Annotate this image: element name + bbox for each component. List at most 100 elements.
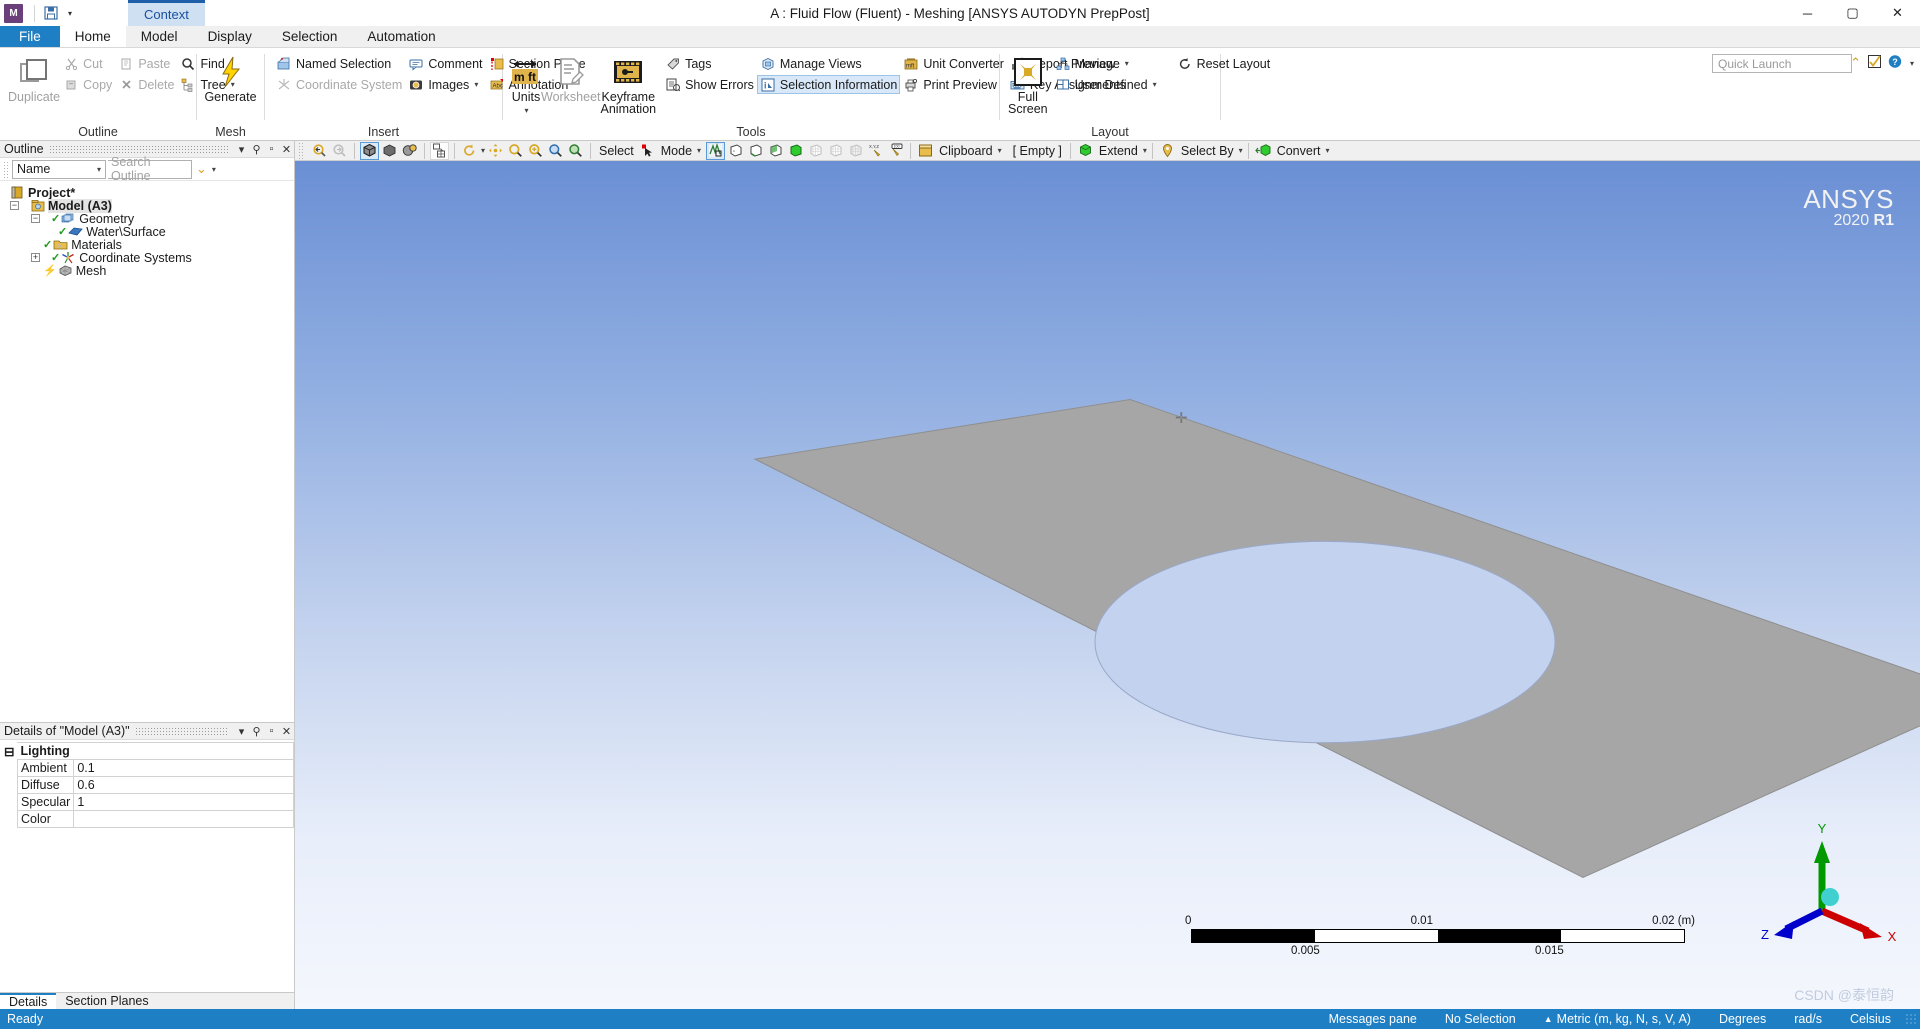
details-close-icon[interactable]: ✕	[279, 725, 294, 738]
generate-button[interactable]: Generate	[204, 52, 257, 104]
box-zoom-icon[interactable]	[526, 142, 545, 160]
details-value-specular[interactable]: 1	[73, 793, 294, 811]
tree-item-geometry[interactable]: − ✓ Geometry	[6, 212, 294, 226]
units-caret-icon[interactable]: ▾	[524, 104, 528, 117]
qat-dropdown-icon[interactable]: ▾	[62, 3, 78, 23]
xyz-probe-icon[interactable]: X,Y,Z	[866, 142, 885, 160]
search-outline-input[interactable]: Search Outline	[108, 155, 192, 183]
graphics-toolbar-grip[interactable]	[298, 142, 305, 159]
body-select-icon[interactable]	[786, 142, 805, 160]
outline-filter-combo[interactable]: Name ▾	[12, 159, 106, 179]
outline-dropdown-icon[interactable]: ▾	[234, 143, 249, 156]
coordinate-triad[interactable]: Y X Z	[1760, 819, 1900, 949]
details-restore-icon[interactable]: ▫	[264, 725, 279, 737]
details-group-expander[interactable]: ⊟	[1, 743, 17, 760]
wireframe-color-icon[interactable]	[400, 142, 419, 160]
element-face-select-icon[interactable]	[846, 142, 865, 160]
measure-probe-icon[interactable]: 100	[886, 142, 905, 160]
details-row-ambient[interactable]: Ambient 0.1	[1, 759, 294, 777]
close-icon[interactable]: ✕	[279, 143, 294, 156]
details-row-diffuse[interactable]: Diffuse 0.6	[1, 776, 294, 794]
tree-expander-geometry[interactable]: −	[31, 214, 40, 223]
help-caret-icon[interactable]: ▾	[1910, 59, 1914, 68]
search-options-icon[interactable]: ▾	[212, 165, 216, 174]
node-select-icon[interactable]	[806, 142, 825, 160]
tab-model[interactable]: Model	[126, 26, 193, 47]
coordinate-system-button[interactable]: Coordinate System	[273, 75, 405, 94]
isometric-view-icon[interactable]	[360, 141, 379, 160]
chevron-up-icon[interactable]: ⌃	[1850, 55, 1861, 71]
restore-icon[interactable]: ▫	[264, 143, 279, 155]
copy-button[interactable]: Copy	[60, 75, 115, 94]
magnify-icon[interactable]	[566, 142, 585, 160]
select-by-label[interactable]: Select By	[1178, 144, 1237, 158]
details-group-row[interactable]: ⊟ Lighting	[1, 742, 295, 760]
tags-button[interactable]: Tags	[662, 54, 757, 73]
tab-display[interactable]: Display	[193, 26, 267, 47]
tree-item-mesh[interactable]: ⚡ Mesh	[6, 264, 294, 278]
application-icon[interactable]: M	[4, 3, 23, 23]
status-unit-system[interactable]: ▲ Metric (m, kg, N, s, V, A)	[1530, 1012, 1705, 1026]
select-label[interactable]: Select	[596, 144, 637, 158]
viewport-3d[interactable]: ANSYS 2020 R1 ✛ 0 0.01 0.02 (m) 0.005 0.…	[295, 161, 1920, 1009]
tab-file[interactable]: File	[0, 26, 60, 47]
extend-icon[interactable]	[1076, 142, 1095, 160]
quick-launch-input[interactable]: Quick Launch	[1712, 54, 1852, 73]
duplicate-button[interactable]: Duplicate	[8, 52, 60, 104]
unit-converter-button[interactable]: mft Unit Converter	[900, 54, 1007, 73]
rotate-icon[interactable]	[460, 142, 479, 160]
tab-automation[interactable]: Automation	[352, 26, 450, 47]
maximize-button[interactable]: ▢	[1830, 0, 1875, 26]
tree-item-water-surface[interactable]: ✓ Water\Surface	[6, 225, 294, 239]
single-select-icon[interactable]	[706, 141, 726, 160]
reset-layout-button[interactable]: Reset Layout	[1174, 54, 1274, 73]
user-defined-caret-icon[interactable]: ▾	[1153, 80, 1157, 89]
face-select-icon[interactable]	[766, 142, 785, 160]
keyframe-animation-button[interactable]: Keyframe Animation	[601, 52, 656, 115]
units-button[interactable]: m ft Units ▾	[511, 52, 541, 117]
tree-item-materials[interactable]: ✓ Materials	[6, 238, 294, 252]
manage-button[interactable]: Manage ▾	[1052, 54, 1160, 73]
shaded-view-icon[interactable]	[380, 142, 399, 160]
details-row-specular[interactable]: Specular 1	[1, 793, 294, 811]
status-resize-grip[interactable]	[1905, 1013, 1917, 1025]
mode-label[interactable]: Mode	[658, 144, 695, 158]
clipboard-caret-icon[interactable]: ▾	[998, 146, 1002, 155]
pan-icon[interactable]	[486, 142, 505, 160]
tree-item-coordinate-systems[interactable]: + ✓ Coordinate Systems	[6, 251, 294, 265]
show-errors-button[interactable]: Show Errors	[662, 75, 757, 94]
zoom-icon[interactable]	[506, 142, 525, 160]
details-value-ambient[interactable]: 0.1	[73, 759, 294, 777]
status-messages-pane[interactable]: Messages pane	[1315, 1012, 1431, 1026]
details-value-color[interactable]	[73, 810, 294, 828]
vertex-select-icon[interactable]: ▫	[726, 142, 745, 160]
outline-toolbar-grip[interactable]	[3, 160, 10, 178]
context-tab[interactable]: Context	[128, 0, 205, 26]
mode-cursor-icon[interactable]	[638, 142, 657, 160]
extend-caret-icon[interactable]: ▾	[1143, 146, 1147, 155]
details-value-diffuse[interactable]: 0.6	[73, 776, 294, 794]
select-by-icon[interactable]	[1158, 142, 1177, 160]
tab-details[interactable]: Details	[0, 993, 57, 1009]
tree-expander-model[interactable]: −	[10, 201, 19, 210]
tab-section-planes[interactable]: Section Planes	[56, 993, 157, 1009]
extend-label[interactable]: Extend	[1096, 144, 1141, 158]
cut-button[interactable]: Cut	[60, 54, 115, 73]
rotate-caret-icon[interactable]: ▾	[481, 146, 485, 155]
minimize-button[interactable]: ─	[1785, 0, 1830, 26]
details-dropdown-icon[interactable]: ▾	[234, 725, 249, 738]
user-defined-button[interactable]: User Defined ▾	[1052, 75, 1160, 94]
manage-views-button[interactable]: Manage Views	[757, 54, 900, 73]
tree-item-model[interactable]: − Model (A3)	[6, 198, 294, 213]
named-selection-button[interactable]: Named Selection	[273, 54, 405, 73]
mode-caret-icon[interactable]: ▾	[697, 146, 701, 155]
selection-information-button[interactable]: i Selection Information	[756, 75, 901, 94]
clipboard-label[interactable]: Clipboard	[936, 144, 996, 158]
element-select-icon[interactable]	[826, 142, 845, 160]
details-row-color[interactable]: Color	[1, 810, 294, 828]
worksheet-button[interactable]: Worksheet	[541, 52, 601, 104]
close-button[interactable]: ✕	[1875, 0, 1920, 26]
print-preview-button[interactable]: Print Preview	[900, 75, 1007, 94]
comment-button[interactable]: Comment	[405, 54, 485, 73]
details-pin-icon[interactable]: ⚲	[249, 725, 264, 738]
